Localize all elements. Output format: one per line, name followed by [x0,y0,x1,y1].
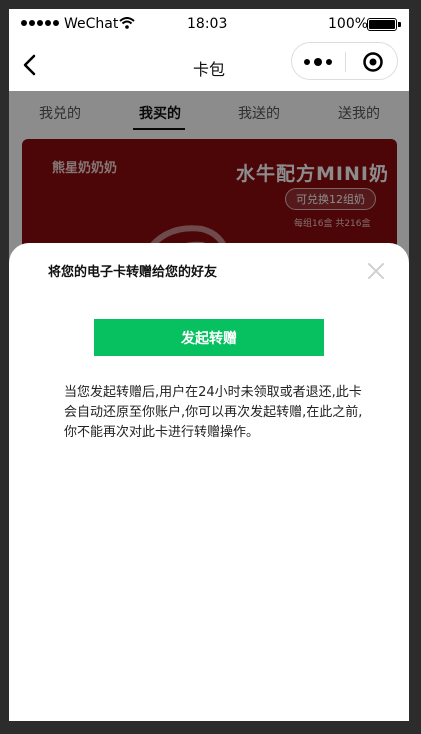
more-dots-icon[interactable] [304,51,340,73]
status-bar: WeChat 18:03 100% [9,9,409,39]
miniprogram-capsule [291,42,398,80]
carrier-label: WeChat [64,16,119,32]
battery-icon [367,18,401,31]
battery-percent: 100% [328,16,369,32]
transfer-description: 当您发起转赠后,用户在24小时未领取或者退还,此卡会自动还原至你账户,你可以再次… [64,385,363,440]
target-circle-icon[interactable] [362,51,384,73]
capsule-divider [345,52,346,72]
close-icon[interactable] [366,261,386,281]
transfer-sheet: 将您的电子卡转赠给您的好友 发起转赠 当您发起转赠后,用户在24小时未领取或者退… [9,243,409,721]
start-transfer-button[interactable]: 发起转赠 [94,319,324,356]
navigation-bar: 卡包 [9,39,409,91]
chevron-left-icon[interactable] [19,53,43,77]
signal-dots-icon [21,20,59,26]
phone-screen: WeChat 18:03 100% 卡包 我兑的 我买的 我送的 送我的 熊星奶… [9,9,409,721]
wifi-icon [119,17,135,29]
status-time: 18:03 [187,16,228,32]
sheet-title: 将您的电子卡转赠给您的好友 [48,265,218,280]
